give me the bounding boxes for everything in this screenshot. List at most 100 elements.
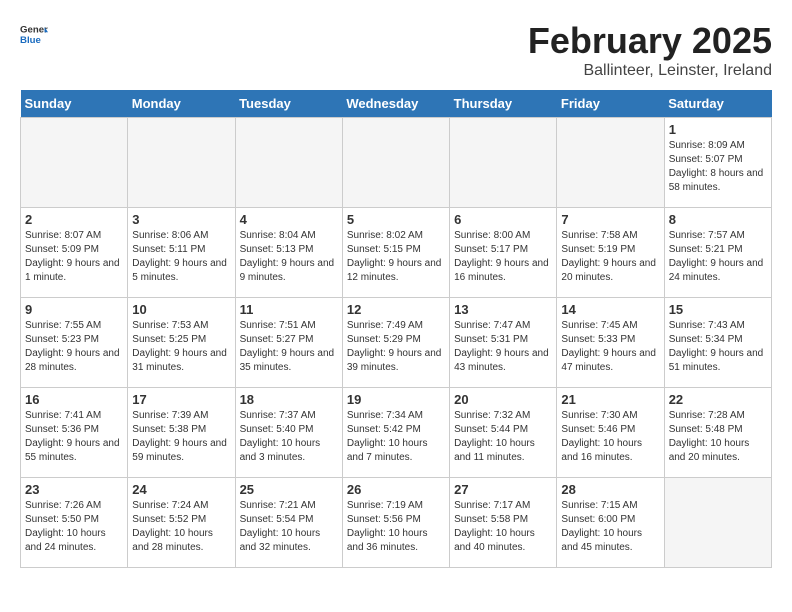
day-number: 24 [132, 482, 230, 497]
day-number: 27 [454, 482, 552, 497]
calendar-cell [128, 118, 235, 208]
location-subtitle: Ballinteer, Leinster, Ireland [528, 62, 772, 80]
calendar-cell: 16 Sunrise: 7:41 AM Sunset: 5:36 PM Dayli… [21, 388, 128, 478]
svg-text:Blue: Blue [20, 35, 41, 46]
day-info: Sunrise: 7:45 AM Sunset: 5:33 PM Dayligh… [561, 319, 659, 375]
day-number: 19 [347, 392, 445, 407]
day-info: Sunrise: 8:00 AM Sunset: 5:17 PM Dayligh… [454, 229, 552, 285]
day-info: Sunrise: 7:15 AM Sunset: 6:00 PM Dayligh… [561, 499, 659, 555]
day-header-tuesday: Tuesday [235, 90, 342, 118]
calendar-cell [21, 118, 128, 208]
day-info: Sunrise: 7:55 AM Sunset: 5:23 PM Dayligh… [25, 319, 123, 375]
calendar-cell: 13 Sunrise: 7:47 AM Sunset: 5:31 PM Dayli… [450, 298, 557, 388]
day-header-saturday: Saturday [664, 90, 771, 118]
day-header-wednesday: Wednesday [342, 90, 449, 118]
calendar-cell: 27 Sunrise: 7:17 AM Sunset: 5:58 PM Dayli… [450, 478, 557, 568]
day-number: 6 [454, 212, 552, 227]
calendar-cell [557, 118, 664, 208]
day-info: Sunrise: 7:57 AM Sunset: 5:21 PM Dayligh… [669, 229, 767, 285]
day-info: Sunrise: 7:30 AM Sunset: 5:46 PM Dayligh… [561, 409, 659, 465]
day-number: 1 [669, 122, 767, 137]
day-number: 12 [347, 302, 445, 317]
day-info: Sunrise: 7:58 AM Sunset: 5:19 PM Dayligh… [561, 229, 659, 285]
calendar-cell: 1 Sunrise: 8:09 AM Sunset: 5:07 PM Daylig… [664, 118, 771, 208]
day-info: Sunrise: 7:39 AM Sunset: 5:38 PM Dayligh… [132, 409, 230, 465]
calendar-cell: 2 Sunrise: 8:07 AM Sunset: 5:09 PM Daylig… [21, 208, 128, 298]
calendar-week-row: 1 Sunrise: 8:09 AM Sunset: 5:07 PM Daylig… [21, 118, 772, 208]
day-info: Sunrise: 7:43 AM Sunset: 5:34 PM Dayligh… [669, 319, 767, 375]
logo-icon: General Blue [20, 20, 48, 48]
calendar-cell: 22Sunrise: 7:28 AM Sunset: 5:48 PM Dayli… [664, 388, 771, 478]
day-number: 25 [240, 482, 338, 497]
calendar-week-row: 16 Sunrise: 7:41 AM Sunset: 5:36 PM Dayli… [21, 388, 772, 478]
calendar-cell: 17 Sunrise: 7:39 AM Sunset: 5:38 PM Dayli… [128, 388, 235, 478]
calendar-cell: 18Sunrise: 7:37 AM Sunset: 5:40 PM Dayli… [235, 388, 342, 478]
day-number: 5 [347, 212, 445, 227]
calendar-cell: 6 Sunrise: 8:00 AM Sunset: 5:17 PM Daylig… [450, 208, 557, 298]
calendar-cell: 19 Sunrise: 7:34 AM Sunset: 5:42 PM Dayli… [342, 388, 449, 478]
day-info: Sunrise: 7:17 AM Sunset: 5:58 PM Dayligh… [454, 499, 552, 555]
calendar-cell [450, 118, 557, 208]
day-info: Sunrise: 7:34 AM Sunset: 5:42 PM Dayligh… [347, 409, 445, 465]
day-info: Sunrise: 7:19 AM Sunset: 5:56 PM Dayligh… [347, 499, 445, 555]
day-number: 11 [240, 302, 338, 317]
calendar-cell [664, 478, 771, 568]
day-header-friday: Friday [557, 90, 664, 118]
calendar-cell: 12 Sunrise: 7:49 AM Sunset: 5:29 PM Dayli… [342, 298, 449, 388]
day-header-monday: Monday [128, 90, 235, 118]
day-number: 4 [240, 212, 338, 227]
calendar-cell: 25 Sunrise: 7:21 AM Sunset: 5:54 PM Dayli… [235, 478, 342, 568]
month-year-title: February 2025 [528, 20, 772, 62]
calendar-cell: 4 Sunrise: 8:04 AM Sunset: 5:13 PM Daylig… [235, 208, 342, 298]
day-info: Sunrise: 7:41 AM Sunset: 5:36 PM Dayligh… [25, 409, 123, 465]
calendar-cell: 20Sunrise: 7:32 AM Sunset: 5:44 PM Dayli… [450, 388, 557, 478]
day-number: 16 [25, 392, 123, 407]
day-info: Sunrise: 8:06 AM Sunset: 5:11 PM Dayligh… [132, 229, 230, 285]
day-number: 2 [25, 212, 123, 227]
calendar-cell: 3 Sunrise: 8:06 AM Sunset: 5:11 PM Daylig… [128, 208, 235, 298]
day-number: 3 [132, 212, 230, 227]
day-number: 26 [347, 482, 445, 497]
day-info: Sunrise: 7:28 AM Sunset: 5:48 PM Dayligh… [669, 409, 767, 465]
calendar-cell: 5 Sunrise: 8:02 AM Sunset: 5:15 PM Daylig… [342, 208, 449, 298]
day-number: 17 [132, 392, 230, 407]
calendar-cell: 26 Sunrise: 7:19 AM Sunset: 5:56 PM Dayli… [342, 478, 449, 568]
day-number: 20 [454, 392, 552, 407]
calendar-table: SundayMondayTuesdayWednesdayThursdayFrid… [20, 90, 772, 568]
header: General Blue February 2025 Ballinteer, L… [20, 20, 772, 80]
calendar-cell: 11 Sunrise: 7:51 AM Sunset: 5:27 PM Dayli… [235, 298, 342, 388]
calendar-cell: 14 Sunrise: 7:45 AM Sunset: 5:33 PM Dayli… [557, 298, 664, 388]
calendar-cell [235, 118, 342, 208]
calendar-cell: 24 Sunrise: 7:24 AM Sunset: 5:52 PM Dayli… [128, 478, 235, 568]
day-number: 7 [561, 212, 659, 227]
calendar-cell: 10 Sunrise: 7:53 AM Sunset: 5:25 PM Dayli… [128, 298, 235, 388]
day-info: Sunrise: 7:47 AM Sunset: 5:31 PM Dayligh… [454, 319, 552, 375]
day-info: Sunrise: 8:07 AM Sunset: 5:09 PM Dayligh… [25, 229, 123, 285]
day-number: 9 [25, 302, 123, 317]
day-number: 13 [454, 302, 552, 317]
calendar-cell: 28Sunrise: 7:15 AM Sunset: 6:00 PM Dayli… [557, 478, 664, 568]
day-number: 18 [240, 392, 338, 407]
day-info: Sunrise: 8:02 AM Sunset: 5:15 PM Dayligh… [347, 229, 445, 285]
day-header-thursday: Thursday [450, 90, 557, 118]
day-info: Sunrise: 7:51 AM Sunset: 5:27 PM Dayligh… [240, 319, 338, 375]
title-area: February 2025 Ballinteer, Leinster, Irel… [528, 20, 772, 80]
day-info: Sunrise: 8:09 AM Sunset: 5:07 PM Dayligh… [669, 139, 767, 195]
day-number: 10 [132, 302, 230, 317]
day-info: Sunrise: 7:49 AM Sunset: 5:29 PM Dayligh… [347, 319, 445, 375]
svg-text:General: General [20, 24, 48, 35]
day-number: 14 [561, 302, 659, 317]
calendar-cell [342, 118, 449, 208]
day-number: 21 [561, 392, 659, 407]
day-info: Sunrise: 7:26 AM Sunset: 5:50 PM Dayligh… [25, 499, 123, 555]
day-info: Sunrise: 7:21 AM Sunset: 5:54 PM Dayligh… [240, 499, 338, 555]
day-number: 23 [25, 482, 123, 497]
day-info: Sunrise: 7:53 AM Sunset: 5:25 PM Dayligh… [132, 319, 230, 375]
day-info: Sunrise: 8:04 AM Sunset: 5:13 PM Dayligh… [240, 229, 338, 285]
calendar-week-row: 2 Sunrise: 8:07 AM Sunset: 5:09 PM Daylig… [21, 208, 772, 298]
calendar-week-row: 23 Sunrise: 7:26 AM Sunset: 5:50 PM Dayli… [21, 478, 772, 568]
day-info: Sunrise: 7:24 AM Sunset: 5:52 PM Dayligh… [132, 499, 230, 555]
calendar-cell: 7 Sunrise: 7:58 AM Sunset: 5:19 PM Daylig… [557, 208, 664, 298]
day-header-sunday: Sunday [21, 90, 128, 118]
day-number: 8 [669, 212, 767, 227]
